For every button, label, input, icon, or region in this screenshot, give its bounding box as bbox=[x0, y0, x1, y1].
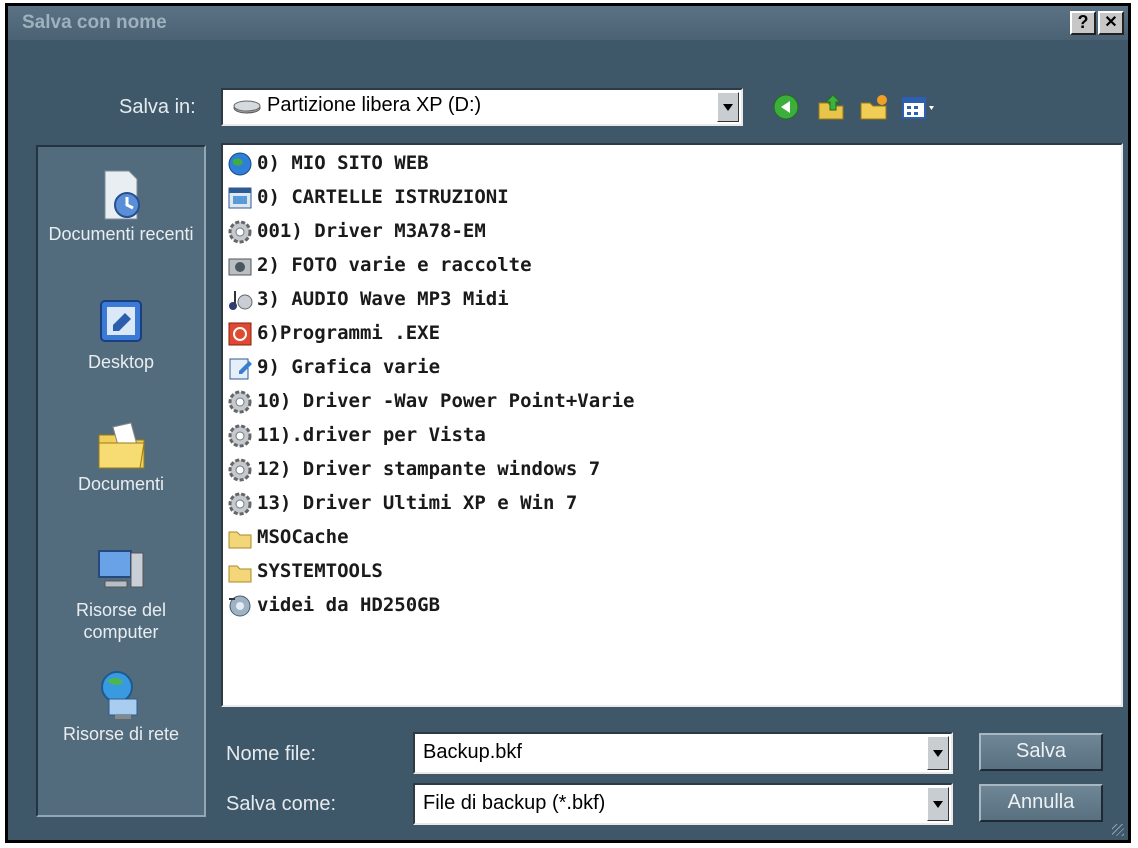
file-name: 11).driver per Vista bbox=[257, 424, 486, 446]
places-bar: Documenti recenti Desktop Documenti Riso… bbox=[36, 145, 206, 817]
save-in-value: Partizione libera XP (D:) bbox=[267, 94, 482, 116]
file-name: 2) FOTO varie e raccolte bbox=[257, 254, 532, 276]
gear-folder-icon bbox=[227, 389, 253, 415]
back-icon[interactable] bbox=[770, 91, 802, 123]
place-my-computer[interactable]: Risorse del computer bbox=[38, 543, 204, 643]
title-bar[interactable]: Salva con nome ? ✕ bbox=[8, 6, 1128, 40]
gear-folder-icon bbox=[227, 491, 253, 517]
view-menu-icon[interactable] bbox=[900, 91, 940, 123]
globe-icon bbox=[227, 151, 253, 177]
place-label: Documenti recenti bbox=[48, 224, 194, 244]
folder-icon bbox=[227, 525, 253, 551]
place-label: Desktop bbox=[87, 352, 155, 372]
recent-documents-icon bbox=[91, 167, 151, 223]
file-name: 3) AUDIO Wave MP3 Midi bbox=[257, 288, 509, 310]
file-name: videi da HD250GB bbox=[257, 594, 441, 616]
up-folder-icon[interactable] bbox=[815, 91, 847, 123]
filename-label: Nome file: bbox=[226, 743, 317, 765]
place-desktop[interactable]: Desktop bbox=[38, 295, 204, 373]
file-name: 9) Grafica varie bbox=[257, 356, 441, 378]
place-label: Risorse di rete bbox=[62, 724, 180, 744]
network-icon bbox=[91, 667, 151, 723]
new-folder-icon[interactable] bbox=[858, 91, 890, 123]
file-list[interactable]: 0) MIO SITO WEB 0) CARTELLE ISTRUZIONI 0… bbox=[221, 143, 1123, 707]
save-button[interactable]: Salva bbox=[979, 733, 1103, 771]
video-folder-icon bbox=[227, 593, 253, 619]
folder-icon bbox=[227, 559, 253, 585]
file-name: MSOCache bbox=[257, 526, 349, 548]
chevron-down-icon[interactable] bbox=[717, 92, 739, 122]
dialog-title: Salva con nome bbox=[22, 12, 167, 33]
file-name: 10) Driver -Wav Power Point+Varie bbox=[257, 390, 635, 412]
music-folder-icon bbox=[227, 287, 253, 313]
file-name: 0) CARTELLE ISTRUZIONI bbox=[257, 186, 509, 208]
place-label: Risorse del computer bbox=[75, 600, 167, 642]
gear-folder-icon bbox=[227, 219, 253, 245]
file-name: 13) Driver Ultimi XP e Win 7 bbox=[257, 492, 578, 514]
file-name: SYSTEMTOOLS bbox=[257, 560, 383, 582]
file-name: 12) Driver stampante windows 7 bbox=[257, 458, 601, 480]
chevron-down-icon[interactable] bbox=[927, 787, 949, 821]
gear-folder-icon bbox=[227, 457, 253, 483]
chevron-down-icon[interactable] bbox=[927, 736, 949, 770]
place-documents[interactable]: Documenti bbox=[38, 417, 204, 495]
filetype-value: File di backup (*.bkf) bbox=[423, 792, 606, 814]
filetype-label: Salva come: bbox=[226, 793, 337, 815]
program-icon bbox=[227, 321, 253, 347]
cancel-button[interactable]: Annulla bbox=[979, 784, 1103, 822]
place-label: Documenti bbox=[77, 474, 165, 494]
file-name: 001) Driver M3A78-EM bbox=[257, 220, 486, 242]
filename-value: Backup.bkf bbox=[423, 741, 522, 763]
graphics-folder-icon bbox=[227, 355, 253, 381]
my-computer-icon bbox=[91, 543, 151, 599]
desktop-icon bbox=[91, 295, 151, 351]
documents-folder-icon bbox=[91, 417, 151, 473]
place-network[interactable]: Risorse di rete bbox=[38, 667, 204, 745]
place-recent-documents[interactable]: Documenti recenti bbox=[38, 167, 204, 245]
filetype-dropdown[interactable]: File di backup (*.bkf) bbox=[413, 783, 953, 825]
file-name: 0) MIO SITO WEB bbox=[257, 152, 429, 174]
filename-input[interactable]: Backup.bkf bbox=[413, 732, 953, 774]
help-button[interactable]: ? bbox=[1070, 11, 1096, 35]
resize-grip[interactable] bbox=[1112, 824, 1124, 836]
window-folder-icon bbox=[227, 185, 253, 211]
save-in-dropdown[interactable]: Partizione libera XP (D:) bbox=[221, 88, 743, 126]
drive-icon bbox=[233, 99, 261, 115]
file-name: 6)Programmi .EXE bbox=[257, 322, 441, 344]
gear-folder-icon bbox=[227, 423, 253, 449]
close-button[interactable]: ✕ bbox=[1098, 11, 1124, 35]
save-in-label: Salva in: bbox=[119, 96, 196, 118]
save-as-dialog: Salva con nome ? ✕ Salva in: Partizione … bbox=[5, 3, 1131, 843]
camera-folder-icon bbox=[227, 253, 253, 279]
